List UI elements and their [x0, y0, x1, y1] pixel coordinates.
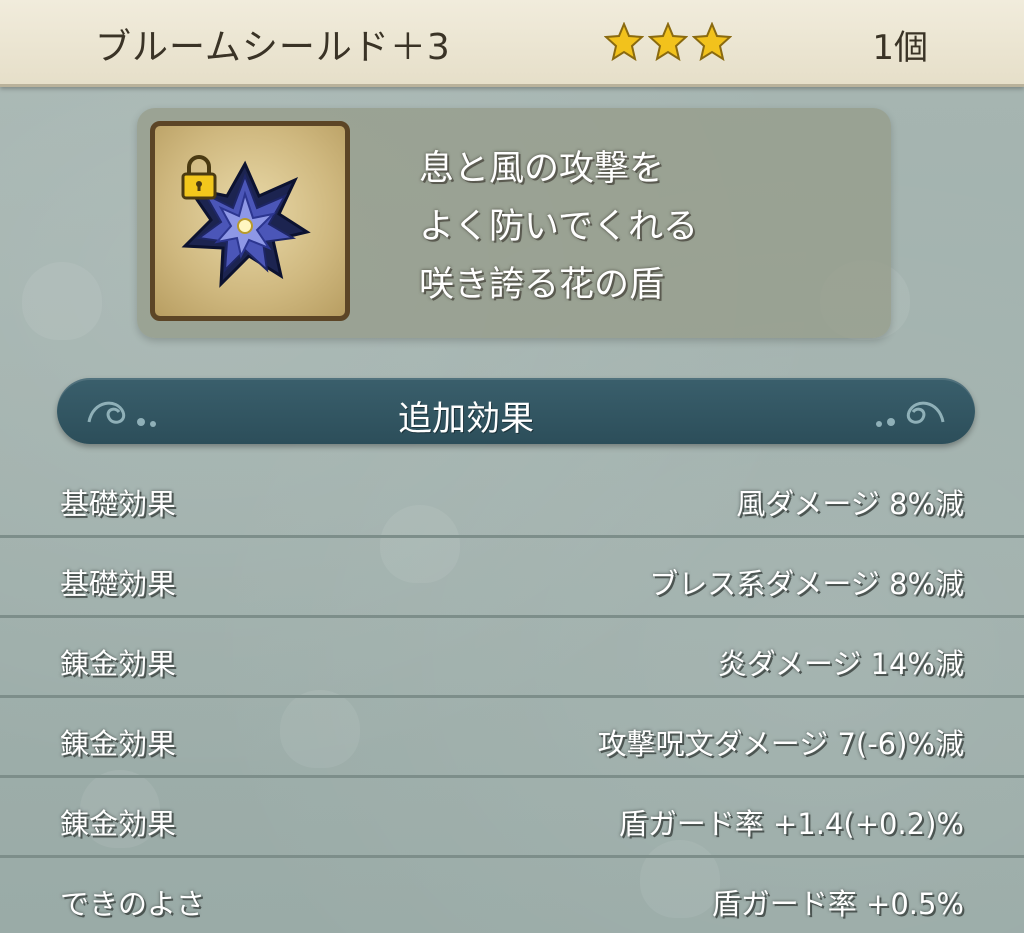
description-line: 息と風の攻撃を: [419, 149, 665, 189]
effect-type-label: できのよさ: [60, 887, 206, 921]
star-icon: [604, 22, 644, 62]
item-header: ブルームシールド＋3 1個: [0, 0, 1024, 87]
effect-type-label: 錬金効果: [60, 807, 177, 841]
background-slime-decoration: [22, 262, 102, 340]
effect-row: 基礎効果 風ダメージ 8%減: [0, 458, 1024, 538]
rarity-stars: [604, 22, 732, 62]
effect-value: 攻撃呪文ダメージ 7(-6)%減: [597, 727, 964, 761]
description-line: 咲き誇る花の盾: [419, 265, 665, 305]
star-icon: [648, 22, 688, 62]
effect-value: ブレス系ダメージ 8%減: [649, 567, 964, 601]
section-title: 追加効果: [398, 399, 534, 439]
effect-row: 錬金効果 炎ダメージ 14%減: [0, 618, 1024, 698]
effect-type-label: 錬金効果: [60, 647, 177, 681]
effect-row: 錬金効果 攻撃呪文ダメージ 7(-6)%減: [0, 698, 1024, 778]
flourish-ornament-right: [876, 401, 945, 427]
effect-value: 風ダメージ 8%減: [736, 487, 964, 521]
effects-list: 基礎効果 風ダメージ 8%減 基礎効果 ブレス系ダメージ 8%減 錬金効果 炎ダ…: [0, 458, 1024, 933]
item-description: 息と風の攻撃を よく防いでくれる 咲き誇る花の盾: [419, 140, 698, 314]
effect-value: 盾ガード率 +0.5%: [711, 887, 964, 921]
effect-type-label: 基礎効果: [60, 487, 177, 521]
item-name: ブルームシールド＋3: [95, 27, 451, 68]
item-icon-frame[interactable]: [150, 121, 350, 321]
effect-value: 盾ガード率 +1.4(+0.2)%: [618, 807, 964, 841]
effect-value: 炎ダメージ 14%減: [717, 647, 964, 681]
effect-type-label: 錬金効果: [60, 727, 177, 761]
effect-row: 錬金効果 盾ガード率 +1.4(+0.2)%: [0, 778, 1024, 858]
effect-row: 基礎効果 ブレス系ダメージ 8%減: [0, 538, 1024, 618]
item-count: 1個: [872, 28, 928, 68]
item-info-panel: 息と風の攻撃を よく防いでくれる 咲き誇る花の盾: [137, 108, 891, 338]
description-line: よく防いでくれる: [419, 207, 698, 247]
effect-type-label: 基礎効果: [60, 567, 177, 601]
item-detail-screen: ブルームシールド＋3 1個 息と風の攻撃を よく防いでくれる 咲き誇る花の盾 追…: [0, 0, 1024, 933]
effect-row: できのよさ 盾ガード率 +0.5%: [0, 858, 1024, 933]
section-banner: 追加効果: [57, 378, 975, 444]
star-icon: [692, 22, 732, 62]
lock-icon: [181, 155, 217, 200]
